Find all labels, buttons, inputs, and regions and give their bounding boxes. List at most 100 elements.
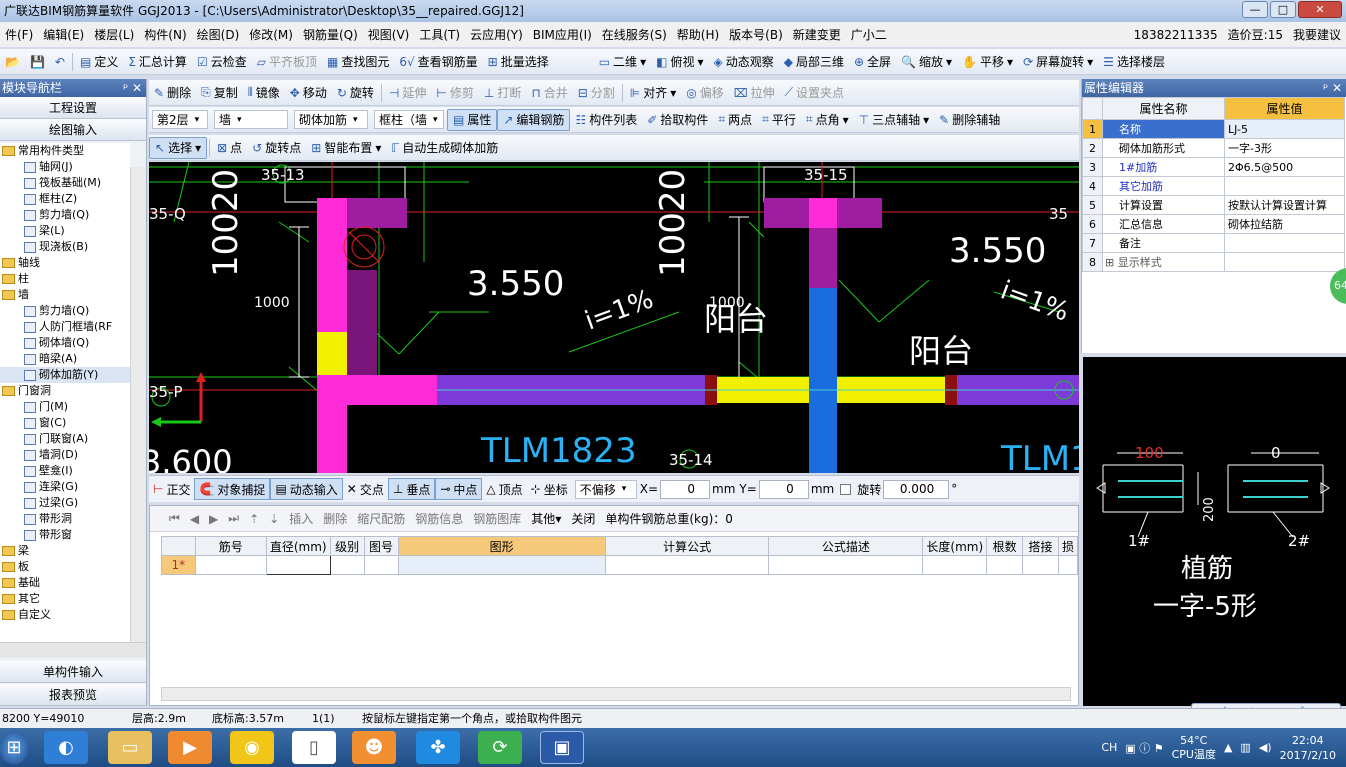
tree-item[interactable]: 带形窗 (0, 527, 130, 543)
tree-item[interactable]: 梁(L) (0, 223, 130, 239)
menu-cloud[interactable]: 云应用(Y) (465, 26, 528, 43)
show-hidden-icon[interactable]: ▲ (1224, 741, 1232, 754)
select-floor-button[interactable]: ☰ 选择楼层 (1098, 51, 1170, 73)
screen-rotate-combo[interactable]: ⟳ 屏幕旋转 ▾ (1018, 51, 1098, 73)
property-value[interactable]: LJ-5 (1224, 119, 1345, 139)
rebar-library-button[interactable]: 钢筋图库 (468, 510, 526, 527)
move-button[interactable]: ✥ 移动 (285, 82, 332, 104)
pan-combo[interactable]: ✋ 平移 ▾ (957, 51, 1018, 73)
tree-item[interactable]: 砌体加筋(Y) (0, 367, 130, 383)
property-row[interactable]: 8 ⊞ 显示样式 (1082, 252, 1345, 272)
stretch-button[interactable]: ⌧ 拉伸 (729, 82, 780, 104)
menu-online[interactable]: 在线服务(S) (597, 26, 672, 43)
three-point-axis-combo[interactable]: ⊤ 三点辅轴 ▾ (854, 109, 935, 131)
save-button[interactable]: 💾 (25, 51, 50, 73)
col-formula[interactable]: 计算公式 (604, 536, 770, 556)
next-button[interactable]: ▶ (204, 512, 223, 526)
tree-item[interactable]: 剪力墙(Q) (0, 207, 130, 223)
account-phone[interactable]: 18382211335 (1129, 28, 1223, 42)
single-component-input-button[interactable]: 单构件输入 (0, 661, 146, 683)
auto-generate-button[interactable]: ℾ 自动生成砌体加筋 (386, 137, 503, 159)
pick-component-button[interactable]: ✐ 拾取构件 (642, 109, 713, 131)
offset-select[interactable]: 不偏移 (574, 479, 637, 499)
menu-tools[interactable]: 工具(T) (414, 26, 465, 43)
row-number[interactable]: 1* (161, 555, 196, 575)
tree-item[interactable]: 门联窗(A) (0, 431, 130, 447)
tree-folder[interactable]: 梁 (0, 543, 130, 559)
property-row[interactable]: 6 汇总信息 砌体拉结筋 (1082, 214, 1345, 234)
col-length[interactable]: 长度(mm) (922, 536, 988, 556)
flush-slab-top-button[interactable]: ▱ 平齐板顶 (252, 51, 322, 73)
tree-item[interactable]: 剪力墙(Q) (0, 303, 130, 319)
close-button[interactable]: ✕ (1298, 1, 1342, 18)
tree-folder[interactable]: 其它 (0, 591, 130, 607)
browser-icon[interactable]: ◐ (44, 731, 88, 764)
find-element-button[interactable]: ▦ 查找图元 (322, 51, 394, 73)
fullscreen-button[interactable]: ⊕ 全屏 (849, 51, 896, 73)
ggj-app-icon[interactable]: ▣ (540, 731, 584, 764)
menu-edit[interactable]: 编辑(E) (38, 26, 89, 43)
other-menu-button[interactable]: 其他▾ (526, 510, 566, 527)
drawing-canvas[interactable]: 35-13 35-15 35-Q 35-P 35-14 35 10020 100… (149, 162, 1079, 473)
tree-item[interactable]: 壁龛(I) (0, 463, 130, 479)
tree-folder[interactable]: 轴线 (0, 255, 130, 271)
rotate-button[interactable]: ↻ 旋转 (332, 82, 379, 104)
col-bar-no[interactable]: 筋号 (194, 536, 267, 556)
property-value[interactable] (1224, 176, 1345, 196)
edit-rebar-button[interactable]: ↗ 编辑钢筋 (497, 108, 571, 131)
tree-folder[interactable]: 板 (0, 559, 130, 575)
property-row[interactable]: 5 计算设置 按默认计算设置计算 (1082, 195, 1345, 215)
menu-version[interactable]: 版本号(B) (724, 26, 788, 43)
cloud-check-button[interactable]: ☑ 云检查 (192, 51, 252, 73)
document-icon[interactable]: ▯ (292, 731, 336, 764)
split-button[interactable]: ⊟ 分割 (573, 82, 620, 104)
tree-item[interactable]: 带形洞 (0, 511, 130, 527)
drawing-input-button[interactable]: 绘图输入 (0, 119, 146, 141)
tree-scrollbar[interactable] (130, 167, 146, 658)
col-formula-desc[interactable]: 公式描述 (768, 536, 924, 556)
object-snap-toggle[interactable]: 🧲 对象捕捉 (194, 478, 271, 500)
dynamic-view-button[interactable]: ◈ 动态观察 (708, 51, 778, 73)
col-count[interactable]: 根数 (986, 536, 1024, 556)
view-2d-combo[interactable]: ▭ 二维 ▾ (594, 51, 651, 73)
copy-button[interactable]: ⎘ 复制 (196, 82, 243, 104)
tree-folder[interactable]: 自定义 (0, 607, 130, 623)
property-row[interactable]: 7 备注 (1082, 233, 1345, 253)
refresh-app-icon[interactable]: ⟳ (478, 731, 522, 764)
tree-item[interactable]: 轴网(J) (0, 159, 130, 175)
language-indicator[interactable]: CH (1101, 741, 1117, 754)
insert-row-button[interactable]: 插入 (284, 510, 318, 527)
tree-folder[interactable]: 门窗洞 (0, 383, 130, 399)
snap-perpendicular[interactable]: ⊥ 垂点 (387, 478, 436, 500)
menu-bim[interactable]: BIM应用(I) (528, 26, 597, 43)
set-grip-button[interactable]: ⟋ 设置夹点 (780, 82, 849, 104)
report-preview-button[interactable]: 报表预览 (0, 684, 146, 706)
summary-calc-button[interactable]: Σ 汇总计算 (123, 51, 192, 73)
menu-draw[interactable]: 绘图(D) (192, 26, 245, 43)
app-icon[interactable]: ◉ (230, 731, 274, 764)
network-icon[interactable]: ▥ (1240, 741, 1250, 754)
col-grade[interactable]: 级别 (329, 536, 365, 556)
tree-item[interactable]: 连梁(G) (0, 479, 130, 495)
tree-item[interactable]: 过梁(G) (0, 495, 130, 511)
snap-coordinate[interactable]: ⊹ 坐标 (527, 478, 572, 500)
tray-icons[interactable]: ▣ ⓘ ⚑ (1125, 740, 1163, 756)
parallel-button[interactable]: ⌗ 平行 (757, 109, 801, 131)
component-select[interactable]: 框柱（墙 (374, 110, 444, 129)
close-table-button[interactable]: 关闭 (566, 510, 600, 527)
delete-row-button[interactable]: 删除 (318, 510, 352, 527)
break-button[interactable]: ⊥ 打断 (479, 82, 526, 104)
menu-guang-xiaoer[interactable]: 广小二 (846, 26, 892, 43)
menu-component[interactable]: 构件(N) (139, 26, 191, 43)
x-input[interactable]: 0 (660, 479, 711, 499)
menu-rebar-quantity[interactable]: 钢筋量(Q) (298, 26, 363, 43)
menu-help[interactable]: 帮助(H) (672, 26, 724, 43)
batch-select-button[interactable]: ⊞ 批量选择 (483, 51, 554, 73)
col-loss[interactable]: 损 (1057, 536, 1079, 556)
rotate-point-button[interactable]: ↺ 旋转点 (247, 137, 306, 159)
menu-floor[interactable]: 楼层(L) (89, 26, 139, 43)
rotate-checkbox[interactable] (840, 483, 852, 495)
col-diameter[interactable]: 直径(mm) (265, 536, 331, 556)
floor-select[interactable]: 第2层 (152, 110, 208, 129)
move-up-button[interactable]: ⇡ (244, 512, 264, 526)
